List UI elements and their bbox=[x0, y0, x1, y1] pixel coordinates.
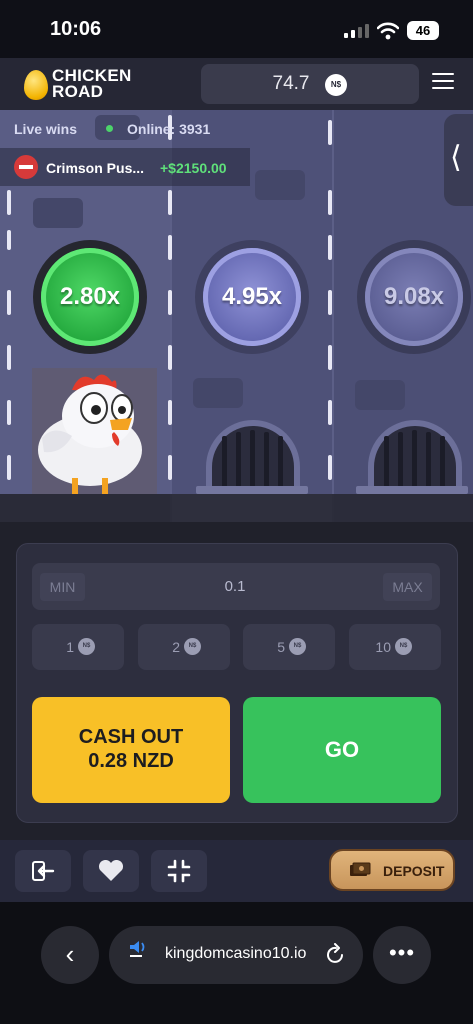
deposit-label: DEPOSIT bbox=[383, 863, 445, 879]
lane-divider bbox=[7, 190, 11, 215]
online-status-dot bbox=[106, 125, 113, 132]
multiplier-upcoming: 9.08x bbox=[365, 248, 463, 346]
road-edge bbox=[0, 494, 473, 522]
money-icon bbox=[350, 862, 371, 876]
lane-divider bbox=[328, 235, 332, 260]
chip-value: 1 bbox=[66, 639, 74, 655]
lane-divider bbox=[7, 230, 11, 250]
exit-button[interactable] bbox=[15, 850, 71, 892]
bet-amount-value[interactable]: 0.1 bbox=[200, 578, 270, 595]
live-wins-label: Live wins bbox=[14, 121, 78, 137]
lane-divider bbox=[168, 190, 172, 215]
wifi-icon bbox=[377, 22, 399, 40]
menu-icon[interactable] bbox=[432, 73, 454, 91]
gate-bar bbox=[426, 432, 431, 488]
gate-base bbox=[196, 486, 308, 494]
lane-divider bbox=[168, 235, 172, 260]
quick-bet-5-button[interactable]: 5 N$ bbox=[243, 624, 335, 670]
app-logo: CHICKEN ROAD bbox=[52, 67, 132, 101]
gate-bar bbox=[250, 430, 255, 488]
url-text[interactable]: kingdomcasino10.io bbox=[165, 945, 306, 963]
cash-out-amount: 0.28 NZD bbox=[88, 750, 174, 772]
multiplier-active: 2.80x bbox=[41, 248, 139, 346]
gate-bar bbox=[222, 436, 227, 488]
winner-avatar bbox=[14, 155, 38, 179]
quick-bet-1-button[interactable]: 1 N$ bbox=[32, 624, 124, 670]
browser-back-button[interactable]: ‹ bbox=[41, 926, 99, 984]
lane-divider bbox=[328, 120, 332, 145]
gate-bar bbox=[440, 436, 445, 488]
logo-line-2: ROAD bbox=[52, 82, 104, 101]
brick bbox=[33, 198, 83, 228]
lane-divider bbox=[328, 455, 332, 480]
brick bbox=[255, 170, 305, 200]
winner-amount: +$2150.00 bbox=[160, 160, 227, 176]
reload-icon[interactable] bbox=[326, 943, 346, 965]
balance-value: 74.7 bbox=[272, 73, 310, 94]
cash-out-label: CASH OUT bbox=[78, 726, 184, 748]
lane-divider bbox=[168, 345, 172, 370]
currency-coin-icon: N$ bbox=[184, 638, 201, 655]
fullscreen-button[interactable] bbox=[151, 850, 207, 892]
gate-base bbox=[356, 486, 468, 494]
chicken-character bbox=[32, 368, 157, 495]
gate-bar bbox=[264, 432, 269, 488]
lane-divider bbox=[168, 290, 172, 315]
multiplier-next: 4.95x bbox=[203, 248, 301, 346]
fullscreen-exit-icon bbox=[167, 859, 191, 883]
cash-out-button[interactable]: CASH OUT 0.28 NZD bbox=[32, 697, 230, 803]
quick-bet-2-button[interactable]: 2 N$ bbox=[138, 624, 230, 670]
gate-bar bbox=[398, 432, 403, 488]
lane-divider bbox=[328, 290, 332, 315]
gate-bar bbox=[236, 432, 241, 488]
lane-divider bbox=[7, 290, 11, 315]
lane-divider bbox=[328, 345, 332, 370]
heart-icon bbox=[98, 860, 124, 881]
lane-divider bbox=[328, 190, 332, 215]
winner-name: Crimson Pus... bbox=[46, 160, 145, 176]
chip-value: 2 bbox=[172, 639, 180, 655]
chip-value: 5 bbox=[277, 639, 285, 655]
deposit-button[interactable]: DEPOSIT bbox=[329, 849, 455, 891]
lane-divider bbox=[7, 455, 11, 480]
currency-coin-icon: N$ bbox=[395, 638, 412, 655]
lane-divider bbox=[168, 400, 172, 425]
more-icon[interactable]: ••• bbox=[373, 926, 431, 984]
status-time: 10:06 bbox=[50, 18, 102, 40]
exit-icon bbox=[32, 861, 55, 881]
signal-icon bbox=[344, 24, 369, 38]
favorite-button[interactable] bbox=[83, 850, 139, 892]
currency-coin-icon: N$ bbox=[78, 638, 95, 655]
gate-bar bbox=[384, 436, 389, 488]
speaker-icon[interactable] bbox=[128, 938, 148, 958]
currency-coin-icon: N$ bbox=[289, 638, 306, 655]
lane-divider bbox=[328, 400, 332, 425]
gate-bar bbox=[412, 430, 417, 488]
min-bet-button[interactable]: MIN bbox=[40, 573, 85, 601]
gate-bar bbox=[278, 436, 283, 488]
lane-divider bbox=[7, 345, 11, 370]
lane-divider bbox=[7, 400, 11, 425]
online-count: Online: 3931 bbox=[127, 121, 211, 137]
max-bet-button[interactable]: MAX bbox=[383, 573, 432, 601]
go-button[interactable]: GO bbox=[243, 697, 441, 803]
chevron-left-icon[interactable]: ⟨ bbox=[450, 140, 462, 175]
chip-value: 10 bbox=[375, 639, 391, 655]
lane-divider bbox=[168, 455, 172, 480]
currency-badge: N$ bbox=[325, 74, 347, 96]
brick bbox=[355, 380, 405, 410]
logo-egg-icon bbox=[24, 70, 48, 100]
brick bbox=[193, 378, 243, 408]
battery-icon: 46 bbox=[407, 21, 439, 40]
quick-bet-10-button[interactable]: 10 N$ bbox=[349, 624, 441, 670]
